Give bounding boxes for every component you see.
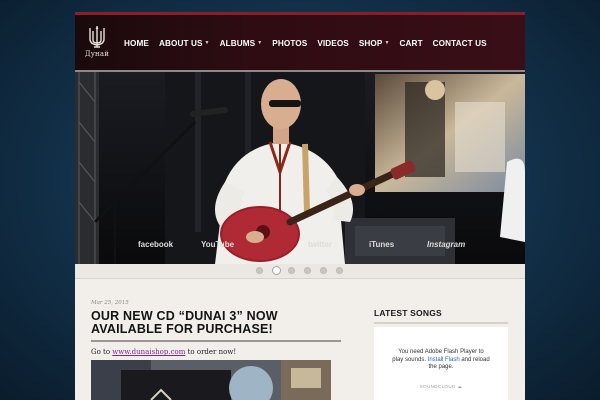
nav-shop[interactable]: SHOP ▼ xyxy=(354,39,395,48)
logo-text: Дунай xyxy=(84,50,110,58)
slider-pagination xyxy=(75,264,525,279)
slider-dot[interactable] xyxy=(256,267,263,274)
post-image[interactable] xyxy=(91,360,331,400)
install-flash-link[interactable]: Install Flash xyxy=(428,357,460,363)
nav-albums[interactable]: ALBUMS ▼ xyxy=(215,39,268,48)
soundcloud-player[interactable]: You need Adobe Flash Player to play soun… xyxy=(374,327,508,400)
social-twitter[interactable]: twitter xyxy=(308,240,332,249)
blog-post: Mar 25, 2015 OUR NEW CD “DUNAI 3” NOW AV… xyxy=(91,300,341,400)
nav-shop-label: SHOP xyxy=(358,38,383,48)
site-logo[interactable]: Дунай xyxy=(84,25,110,65)
soundcloud-logo[interactable]: SOUNDCLOUD ☁ xyxy=(374,384,508,390)
slider-dot[interactable] xyxy=(304,267,311,274)
hero-photo-guitarist xyxy=(75,72,525,264)
latest-songs-heading: LATEST SONGS xyxy=(374,308,508,324)
social-itunes[interactable]: iTunes xyxy=(369,240,394,249)
nav-cart[interactable]: CART xyxy=(395,39,428,48)
site-container: Дунай HOME ABOUT US ▼ ALBUMS ▼ PHOTOS VIDE… xyxy=(75,12,525,400)
nav-home-label: HOME xyxy=(124,38,149,48)
nav-videos[interactable]: VIDEOS xyxy=(312,39,354,48)
slider-dot[interactable] xyxy=(320,267,327,274)
dropdown-caret-icon: ▼ xyxy=(384,40,390,46)
post-body: Go to www.dunaishop.com to order now! xyxy=(91,348,341,356)
nav-photos[interactable]: PHOTOS xyxy=(267,39,312,48)
social-youtube[interactable]: YouTube xyxy=(201,240,234,249)
post-body-suffix: to order now! xyxy=(185,348,237,356)
social-instagram[interactable]: Instagram xyxy=(427,240,465,249)
hero-slider[interactable]: facebook YouTube twitter iTunes Instagra… xyxy=(75,72,525,264)
sidebar: LATEST SONGS You need Adobe Flash Player… xyxy=(374,308,508,400)
main-nav: HOME ABOUT US ▼ ALBUMS ▼ PHOTOS VIDEOS SHO… xyxy=(119,33,492,53)
nav-contact-us-label: CONTACT US xyxy=(432,38,487,48)
post-title[interactable]: OUR NEW CD “DUNAI 3” NOW AVAILABLE FOR P… xyxy=(91,310,341,342)
soundcloud-label: SOUNDCLOUD xyxy=(419,384,456,389)
trident-logo-icon xyxy=(89,26,105,48)
social-links-row: facebook YouTube twitter iTunes Instagra… xyxy=(75,240,525,254)
nav-photos-label: PHOTOS xyxy=(272,38,308,48)
nav-videos-label: VIDEOS xyxy=(317,38,349,48)
nav-home[interactable]: HOME xyxy=(119,39,154,48)
nav-albums-label: ALBUMS xyxy=(219,38,256,48)
post-body-prefix: Go to xyxy=(91,348,113,356)
social-facebook[interactable]: facebook xyxy=(138,240,173,249)
social-itunes-label: iTunes xyxy=(369,240,395,249)
nav-about-us[interactable]: ABOUT US ▼ xyxy=(154,39,215,48)
nav-contact-us[interactable]: CONTACT US xyxy=(428,39,492,48)
site-header: Дунай HOME ABOUT US ▼ ALBUMS ▼ PHOTOS VIDE… xyxy=(75,12,525,70)
cloud-icon: ☁ xyxy=(457,384,463,389)
slider-dot[interactable] xyxy=(336,267,343,274)
post-date: Mar 25, 2015 xyxy=(91,300,129,306)
slider-dot-active[interactable] xyxy=(272,266,281,275)
nav-cart-label: CART xyxy=(399,38,423,48)
dropdown-caret-icon: ▼ xyxy=(257,40,263,46)
album-cover-photo xyxy=(91,360,331,400)
dropdown-caret-icon: ▼ xyxy=(204,40,210,46)
slider-dot[interactable] xyxy=(288,267,295,274)
nav-about-us-label: ABOUT US xyxy=(158,38,203,48)
dunaishop-link[interactable]: www.dunaishop.com xyxy=(112,348,185,356)
flash-required-message: You need Adobe Flash Player to play soun… xyxy=(392,349,490,372)
